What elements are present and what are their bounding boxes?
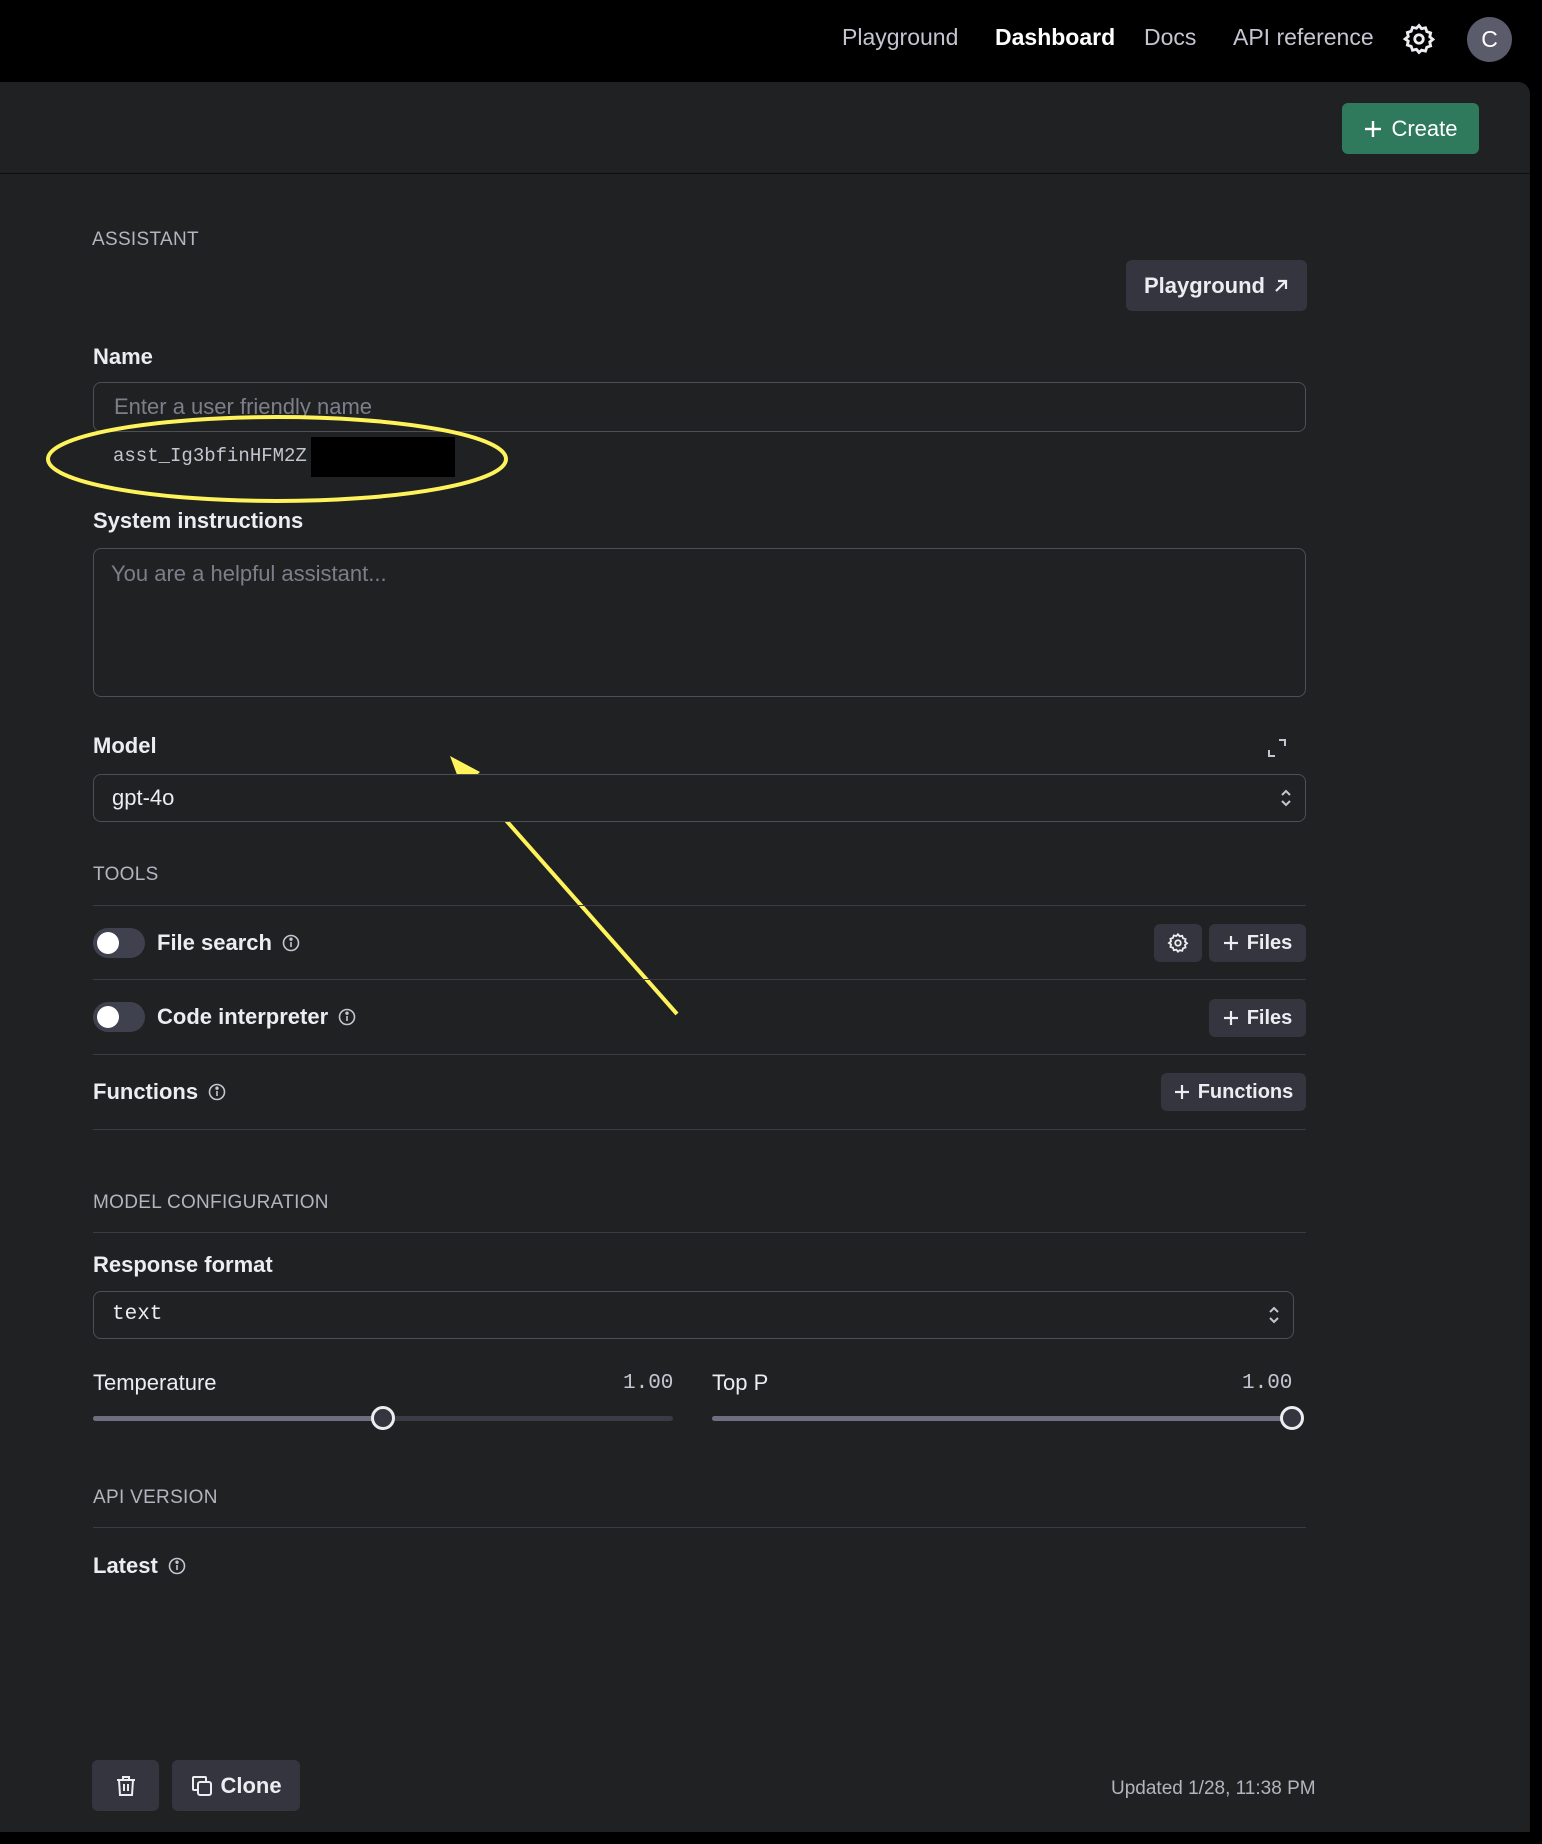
top-p-slider-track[interactable] — [712, 1416, 1292, 1421]
model-config-section-heading: MODEL CONFIGURATION — [93, 1192, 329, 1213]
plus-icon — [1223, 1011, 1238, 1025]
file-search-add-files-button[interactable]: Files — [1209, 924, 1306, 962]
expand-icon[interactable] — [1266, 737, 1288, 759]
response-format-select[interactable]: text — [93, 1291, 1294, 1339]
temperature-slider-fill — [93, 1416, 383, 1421]
top-p-value: 1.00 — [1242, 1372, 1293, 1395]
files-button-label: Files — [1246, 931, 1293, 954]
create-button[interactable]: Create — [1342, 103, 1479, 154]
tools-divider — [93, 1054, 1306, 1055]
nav-link-playground[interactable]: Playground — [842, 24, 958, 51]
temperature-value: 1.00 — [623, 1372, 674, 1395]
response-format-value: text — [112, 1303, 163, 1326]
tools-section-heading: TOOLS — [93, 864, 159, 885]
add-functions-button[interactable]: Functions — [1161, 1073, 1306, 1111]
info-icon[interactable] — [208, 1083, 226, 1101]
name-placeholder: Enter a user friendly name — [114, 394, 373, 419]
api-version-value: Latest — [93, 1553, 158, 1578]
file-search-settings-button[interactable] — [1154, 924, 1202, 962]
files-button-label: Files — [1246, 1006, 1293, 1029]
top-p-slider-fill — [712, 1416, 1292, 1421]
clone-button-label: Clone — [220, 1772, 282, 1798]
info-icon[interactable] — [282, 934, 300, 952]
code-interpreter-label: Code interpreter — [157, 1004, 329, 1029]
plus-icon — [1223, 936, 1238, 950]
info-icon[interactable] — [168, 1557, 186, 1575]
code-interpreter-add-files-button[interactable]: Files — [1209, 999, 1306, 1037]
name-input[interactable]: Enter a user friendly name — [93, 382, 1306, 432]
panel-toolbar: Create — [0, 82, 1530, 174]
tools-divider-bottom — [93, 1129, 1306, 1130]
toggle-knob — [97, 1006, 119, 1028]
assistant-section-heading: ASSISTANT — [92, 229, 199, 250]
instructions-placeholder: You are a helpful assistant... — [111, 561, 387, 586]
redaction-box — [311, 437, 455, 477]
delete-button[interactable] — [92, 1760, 159, 1811]
chevron-up-down-icon — [1269, 1306, 1279, 1324]
api-version-divider — [93, 1527, 1306, 1528]
open-playground-button[interactable]: Playground — [1126, 260, 1307, 311]
system-instructions-textarea[interactable]: You are a helpful assistant... — [93, 548, 1306, 697]
plus-icon — [1365, 120, 1382, 137]
nav-link-dashboard[interactable]: Dashboard — [995, 24, 1115, 51]
system-instructions-label: System instructions — [93, 508, 304, 533]
code-interpreter-label-group: Code interpreter — [157, 1004, 356, 1030]
file-search-label-group: File search — [157, 930, 300, 956]
functions-label: Functions — [93, 1079, 199, 1104]
file-search-toggle[interactable] — [93, 928, 145, 958]
response-format-label: Response format — [93, 1252, 273, 1277]
trash-icon — [116, 1775, 135, 1796]
api-version-label-group: Latest — [93, 1553, 186, 1579]
top-p-label: Top P — [712, 1370, 769, 1395]
playground-button-label: Playground — [1143, 272, 1265, 298]
model-config-divider — [93, 1232, 1306, 1233]
functions-label-group: Functions — [93, 1079, 226, 1105]
chevron-up-down-icon — [1281, 789, 1291, 807]
plus-icon — [1174, 1085, 1189, 1099]
functions-button-label: Functions — [1197, 1080, 1294, 1103]
model-value: gpt-4o — [112, 785, 175, 810]
api-version-section-heading: API VERSION — [93, 1487, 218, 1508]
temperature-slider-thumb[interactable] — [371, 1406, 395, 1430]
info-icon[interactable] — [338, 1008, 356, 1026]
model-select[interactable]: gpt-4o — [93, 774, 1306, 822]
nav-link-docs[interactable]: Docs — [1144, 24, 1196, 51]
gear-icon — [1167, 932, 1189, 954]
model-label: Model — [93, 733, 157, 758]
toggle-knob — [97, 932, 119, 954]
top-nav: Playground Dashboard Docs API reference … — [0, 0, 1542, 82]
arrow-up-right-icon — [1275, 279, 1288, 292]
assistant-panel: Create ASSISTANT Playground Name Enter a… — [0, 82, 1530, 1832]
tools-divider — [93, 979, 1306, 980]
top-p-slider-thumb[interactable] — [1280, 1406, 1304, 1430]
create-button-label: Create — [1391, 115, 1458, 141]
avatar[interactable]: C — [1467, 17, 1512, 62]
code-interpreter-toggle[interactable] — [93, 1002, 145, 1032]
clone-button[interactable]: Clone — [172, 1760, 300, 1811]
temperature-label: Temperature — [93, 1370, 217, 1395]
settings-gear-icon[interactable] — [1402, 22, 1436, 56]
updated-timestamp: Updated 1/28, 11:38 PM — [1111, 1778, 1316, 1799]
file-search-label: File search — [157, 930, 272, 955]
copy-icon — [192, 1775, 213, 1796]
tools-divider-top — [93, 905, 1306, 906]
nav-link-api-reference[interactable]: API reference — [1233, 24, 1374, 51]
assistant-id: asst_Ig3bfinHFM2Z — [113, 445, 307, 467]
name-label: Name — [93, 344, 153, 369]
